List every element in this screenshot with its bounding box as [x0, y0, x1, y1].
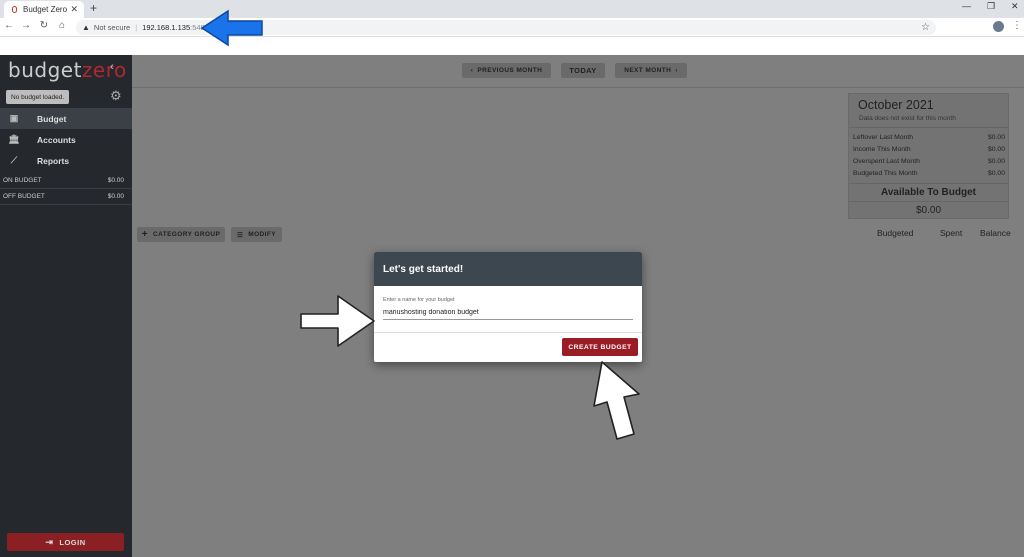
menu-lines-icon: ☰	[237, 231, 244, 239]
budget-icon: ▣	[9, 113, 19, 123]
bank-icon: 🏛	[8, 134, 20, 144]
category-group-label: CATEGORY GROUP	[153, 231, 221, 238]
dialog-title: Let's get started!	[374, 252, 642, 286]
get-started-dialog: Let's get started! Enter a name for your…	[374, 252, 642, 362]
sidebar-item-label: Reports	[37, 155, 70, 166]
budget-name-label: Enter a name for your budget	[383, 297, 455, 303]
tab-close-icon[interactable]: ✕	[70, 4, 78, 15]
summary-row-value: $0.00	[987, 134, 1005, 141]
white-arrow-up-callout-icon	[593, 361, 640, 440]
white-arrow-right-callout-icon	[300, 295, 375, 347]
gear-icon[interactable]: ⚙	[110, 88, 122, 104]
summary-row: Leftover Last Month $0.00	[853, 134, 1005, 141]
summary-row: Budgeted This Month $0.00	[853, 170, 1005, 177]
budget-zero-favicon-icon	[12, 6, 17, 13]
new-tab-button[interactable]: +	[90, 1, 97, 15]
app-logo: budgetzero	[8, 58, 127, 82]
browser-tab[interactable]: Budget Zero ✕	[4, 1, 84, 18]
tab-title: Budget Zero	[23, 5, 68, 14]
summary-row-label: Budgeted This Month	[853, 170, 918, 177]
off-budget-value: $0.00	[107, 193, 124, 200]
month-summary-card: October 2021 Data does not exist for thi…	[848, 93, 1009, 219]
summary-row: Income This Month $0.00	[853, 146, 1005, 153]
previous-month-button[interactable]: ‹ PREVIOUS MONTH	[462, 63, 551, 78]
summary-row-label: Leftover Last Month	[853, 134, 914, 141]
summary-row-value: $0.00	[987, 158, 1005, 165]
previous-month-label: PREVIOUS MONTH	[477, 67, 543, 74]
sidebar-item-accounts[interactable]: 🏛 Accounts	[0, 129, 132, 150]
column-budgeted: Budgeted	[877, 228, 914, 238]
minimize-icon[interactable]: —	[962, 1, 971, 11]
budget-name-input[interactable]	[383, 306, 633, 320]
budget-selector[interactable]: No budget loaded.	[6, 90, 70, 104]
column-spent: Spent	[940, 228, 963, 238]
warning-icon: ▲	[82, 23, 90, 32]
on-budget-row[interactable]: ON BUDGET $0.00	[0, 173, 132, 189]
summary-row-label: Overspent Last Month	[853, 158, 920, 165]
summary-month: October 2021	[858, 98, 934, 112]
today-button[interactable]: TODAY	[561, 63, 605, 78]
home-icon[interactable]: ⌂	[56, 20, 68, 31]
add-category-group-button[interactable]: + CATEGORY GROUP	[137, 227, 225, 242]
sidebar-item-label: Accounts	[37, 134, 76, 145]
dialog-divider	[374, 332, 642, 333]
browser-menu-icon[interactable]: ⋮	[1012, 20, 1022, 31]
blue-arrow-callout-icon	[200, 9, 263, 47]
collapse-sidebar-icon[interactable]: ‹	[110, 61, 114, 73]
summary-row-value: $0.00	[987, 146, 1005, 153]
sidebar-item-budget[interactable]: ▣ Budget	[0, 108, 132, 129]
login-icon: ⇥	[45, 536, 54, 547]
on-budget-label: ON BUDGET	[3, 177, 42, 184]
create-budget-button[interactable]: CREATE BUDGET	[562, 338, 638, 356]
login-button[interactable]: ⇥ LOGIN	[7, 533, 124, 551]
next-month-label: NEXT MONTH	[624, 67, 672, 74]
next-month-button[interactable]: NEXT MONTH ›	[615, 63, 687, 78]
chart-icon: ⟋	[10, 155, 18, 165]
close-window-icon[interactable]: ✕	[1011, 1, 1019, 12]
summary-row-value: $0.00	[987, 170, 1005, 177]
chevron-right-icon: ›	[675, 67, 678, 74]
url-separator: |	[135, 23, 138, 32]
summary-divider	[849, 201, 1008, 202]
summary-row: Overspent Last Month $0.00	[853, 158, 1005, 165]
on-budget-value: $0.00	[107, 177, 124, 184]
profile-avatar[interactable]	[993, 21, 1004, 32]
browser-tab-bar: Budget Zero ✕ + — ❐ ✕	[0, 0, 1024, 18]
reload-icon[interactable]: ↻	[38, 20, 50, 31]
modify-button[interactable]: ☰ MODIFY	[231, 227, 282, 242]
sidebar-item-reports[interactable]: ⟋ Reports	[0, 150, 132, 171]
plus-icon: +	[141, 229, 148, 240]
summary-row-label: Income This Month	[853, 146, 911, 153]
not-secure-label: Not secure	[93, 23, 131, 32]
off-budget-row[interactable]: OFF BUDGET $0.00	[0, 189, 132, 205]
logo-main: budget	[8, 58, 82, 82]
summary-divider	[849, 127, 1008, 128]
sidebar-item-label: Budget	[37, 113, 67, 124]
summary-subtitle: Data does not exist for this month	[859, 115, 956, 122]
logo-accent: zero	[81, 58, 127, 82]
back-icon[interactable]: ←	[3, 20, 15, 31]
login-label: LOGIN	[59, 537, 86, 547]
forward-icon[interactable]: →	[20, 20, 32, 31]
modify-label: MODIFY	[248, 231, 276, 238]
available-to-budget-value: $0.00	[915, 205, 942, 216]
off-budget-label: OFF BUDGET	[3, 193, 45, 200]
summary-divider	[849, 183, 1008, 184]
sidebar: budgetzero ‹ No budget loaded. ⚙ ▣ Budge…	[0, 55, 132, 557]
browser-toolbar: ← → ↻ ⌂ ▲ Not secure | 192.168.1.135:548…	[0, 18, 1024, 37]
chevron-left-icon: ‹	[470, 67, 474, 74]
bookmark-star-icon[interactable]: ☆	[921, 22, 930, 33]
month-navigation: ‹ PREVIOUS MONTH TODAY NEXT MONTH ›	[132, 55, 1024, 88]
url-host: 192.168.1.135	[142, 23, 191, 32]
restore-icon[interactable]: ❐	[987, 1, 995, 12]
column-balance: Balance	[980, 228, 1011, 238]
available-to-budget-title: Available To Budget	[880, 187, 976, 198]
